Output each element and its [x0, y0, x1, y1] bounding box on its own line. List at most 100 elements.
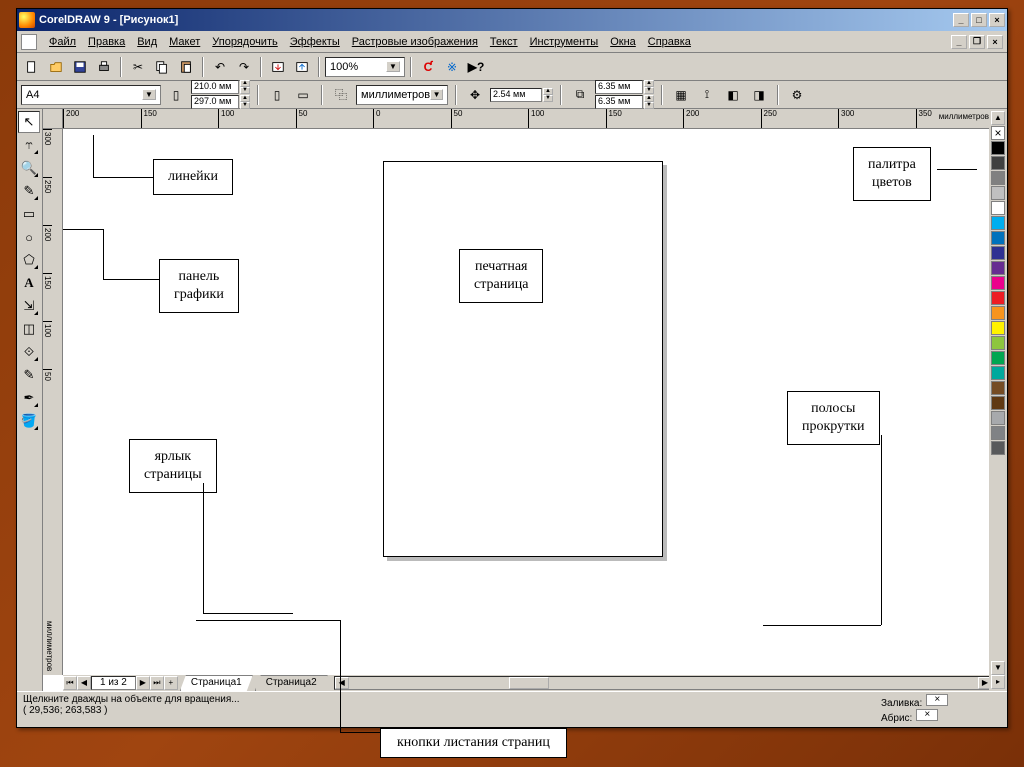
nudge-down[interactable]: ▼ [543, 95, 553, 102]
palette-flyout-button[interactable]: ▸ [991, 675, 1005, 689]
menu-bitmaps[interactable]: Растровые изображения [346, 34, 484, 50]
color-swatch[interactable] [991, 426, 1005, 440]
corel-online-button[interactable]: Ƈ [417, 56, 439, 78]
outline-swatch-icon[interactable] [916, 709, 938, 721]
color-swatch[interactable] [991, 291, 1005, 305]
interactive-transparency-tool[interactable]: ◫ [18, 318, 40, 340]
new-button[interactable] [21, 56, 43, 78]
hscroll-thumb[interactable] [509, 677, 549, 689]
add-page-button[interactable]: + [164, 676, 178, 690]
color-swatch[interactable] [991, 321, 1005, 335]
whats-this-button[interactable]: ▶? [465, 56, 487, 78]
nudge-up[interactable]: ▲ [543, 88, 553, 95]
first-page-button[interactable]: ⏮ [63, 676, 77, 690]
document-icon[interactable] [21, 34, 37, 50]
menu-layout[interactable]: Макет [163, 34, 206, 50]
paper-size-combo[interactable]: A4▼ [21, 85, 161, 105]
palette-down-button[interactable]: ▼ [991, 661, 1005, 675]
zoom-combo[interactable]: 100%▼ [325, 57, 405, 77]
mdi-close-button[interactable]: × [987, 35, 1003, 49]
horizontal-ruler[interactable]: 200 150 100 50 0 50 100 150 200 250 300 … [63, 109, 993, 129]
zoom-tool[interactable]: 🔍 [18, 157, 40, 179]
horizontal-scrollbar[interactable]: ◀ ▶ [334, 676, 993, 690]
page-tab-1[interactable]: Страница1 [180, 675, 253, 691]
color-swatch[interactable] [991, 171, 1005, 185]
prev-page-button[interactable]: ◀ [77, 676, 91, 690]
drawing-canvas[interactable]: линейки панель графики ярлык страницы пе… [63, 129, 993, 675]
save-button[interactable] [69, 56, 91, 78]
nudge-input[interactable]: 2.54 мм [490, 88, 542, 102]
snap-grid-button[interactable]: ▦ [670, 84, 692, 106]
ruler-origin[interactable] [43, 109, 63, 129]
text-tool[interactable]: A [18, 272, 40, 294]
landscape-orient-button[interactable]: ▭ [292, 84, 314, 106]
import-button[interactable] [267, 56, 289, 78]
menu-window[interactable]: Окна [604, 34, 642, 50]
outline-tool[interactable]: ✒ [18, 387, 40, 409]
color-swatch[interactable] [991, 396, 1005, 410]
menu-tools[interactable]: Инструменты [524, 34, 605, 50]
maximize-button[interactable]: □ [971, 13, 987, 27]
rectangle-tool[interactable]: ▭ [18, 203, 40, 225]
freehand-tool[interactable]: ✎ [18, 180, 40, 202]
portrait-orient-button[interactable]: ▯ [266, 84, 288, 106]
page-tab-2[interactable]: Страница2 [255, 675, 328, 691]
print-button[interactable] [93, 56, 115, 78]
vertical-ruler[interactable]: 300 250 200 150 100 50 миллиметров [43, 129, 63, 675]
eyedropper-tool[interactable]: ✎ [18, 364, 40, 386]
menu-edit[interactable]: Правка [82, 34, 131, 50]
color-swatch[interactable] [991, 366, 1005, 380]
height-up[interactable]: ▲ [240, 95, 250, 102]
menu-arrange[interactable]: Упорядочить [206, 34, 283, 50]
color-swatch[interactable] [991, 336, 1005, 350]
color-swatch[interactable] [991, 201, 1005, 215]
last-page-button[interactable]: ⏭ [150, 676, 164, 690]
undo-button[interactable]: ↶ [209, 56, 231, 78]
no-color-swatch[interactable] [991, 126, 1005, 140]
polygon-tool[interactable]: ⬠ [18, 249, 40, 271]
page-width-input[interactable]: 210.0 мм [191, 80, 239, 94]
next-page-button[interactable]: ▶ [136, 676, 150, 690]
shape-tool[interactable]: ⥾ [18, 134, 40, 156]
treat-as-filled-button[interactable]: ◨ [748, 84, 770, 106]
export-button[interactable] [291, 56, 313, 78]
cut-button[interactable]: ✂ [127, 56, 149, 78]
color-swatch[interactable] [991, 186, 1005, 200]
mdi-minimize-button[interactable]: _ [951, 35, 967, 49]
portrait-button[interactable]: ▯ [165, 84, 187, 106]
width-down[interactable]: ▼ [240, 87, 250, 94]
scripts-button[interactable]: ※ [441, 56, 463, 78]
menu-view[interactable]: Вид [131, 34, 163, 50]
color-swatch[interactable] [991, 276, 1005, 290]
height-down[interactable]: ▼ [240, 102, 250, 109]
color-swatch[interactable] [991, 441, 1005, 455]
minimize-button[interactable]: _ [953, 13, 969, 27]
interactive-blend-tool[interactable]: ⟐ [18, 341, 40, 363]
color-swatch[interactable] [991, 351, 1005, 365]
close-button[interactable]: × [989, 13, 1005, 27]
mdi-restore-button[interactable]: ❐ [969, 35, 985, 49]
color-swatch[interactable] [991, 156, 1005, 170]
fill-swatch-icon[interactable] [926, 694, 948, 706]
width-up[interactable]: ▲ [240, 80, 250, 87]
ellipse-tool[interactable]: ○ [18, 226, 40, 248]
snap-objects-button[interactable]: ◧ [722, 84, 744, 106]
interactive-fill-tool[interactable]: ⇲ [18, 295, 40, 317]
color-swatch[interactable] [991, 306, 1005, 320]
page-height-input[interactable]: 297.0 мм [191, 95, 239, 109]
color-swatch[interactable] [991, 411, 1005, 425]
snap-guidelines-button[interactable]: ⟟ [696, 84, 718, 106]
color-swatch[interactable] [991, 261, 1005, 275]
fill-tool[interactable]: 🪣 [18, 410, 40, 432]
open-button[interactable] [45, 56, 67, 78]
menu-text[interactable]: Текст [484, 34, 524, 50]
menu-file[interactable]: Файл [43, 34, 82, 50]
menu-effects[interactable]: Эффекты [284, 34, 346, 50]
color-swatch[interactable] [991, 231, 1005, 245]
redo-button[interactable]: ↷ [233, 56, 255, 78]
paste-button[interactable] [175, 56, 197, 78]
palette-up-button[interactable]: ▲ [991, 111, 1005, 125]
color-swatch[interactable] [991, 216, 1005, 230]
color-swatch[interactable] [991, 141, 1005, 155]
pick-tool[interactable]: ↖ [18, 111, 40, 133]
